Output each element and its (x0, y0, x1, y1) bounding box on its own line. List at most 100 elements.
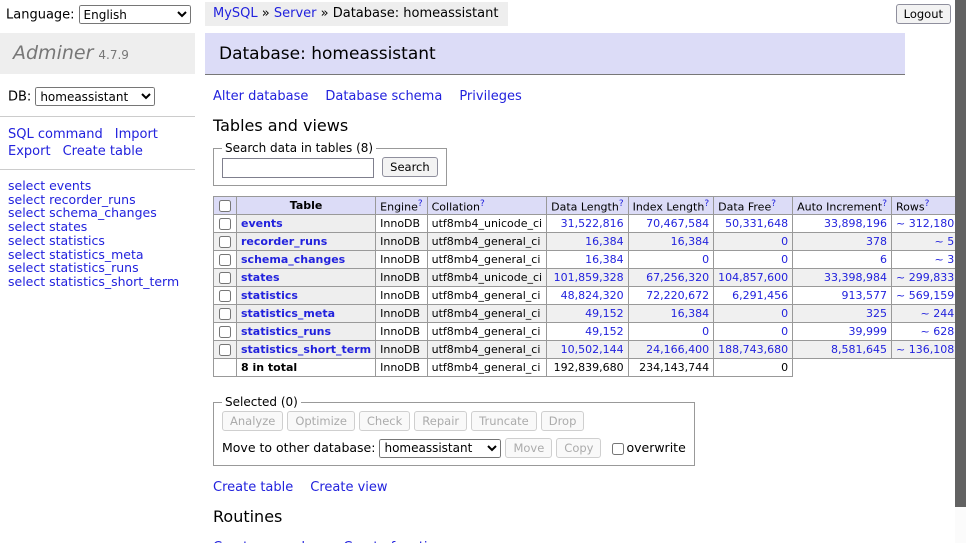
analyze-button[interactable]: Analyze (222, 411, 283, 431)
data-length-cell: 31,522,816 (547, 215, 628, 233)
sidebar-item-select-events[interactable]: select events (8, 179, 187, 193)
overwrite-checkbox[interactable] (612, 443, 624, 455)
overwrite-label[interactable]: overwrite (611, 440, 685, 455)
row-checkbox-schema-changes[interactable] (219, 254, 231, 266)
row-checkbox-cell (214, 341, 237, 359)
row-checkbox-statistics-short-term[interactable] (219, 344, 231, 356)
help-link[interactable]: ? (480, 199, 485, 209)
index-length-cell: 72,220,672 (628, 287, 714, 305)
collation-cell: utf8mb4_general_ci (427, 287, 546, 305)
db-select[interactable]: homeassistant (35, 87, 155, 106)
index-length-cell: 0 (628, 251, 714, 269)
repair-button[interactable]: Repair (414, 411, 467, 431)
app-header: Adminer4.7.9 (0, 33, 195, 74)
table-name-cell: statistics (237, 287, 376, 305)
sidebar-item-select-recorder-runs[interactable]: select recorder_runs (8, 193, 187, 207)
sidebar-item-select-schema-changes[interactable]: select schema_changes (8, 206, 187, 220)
data-length-cell: 48,824,320 (547, 287, 628, 305)
table-link-statistics[interactable]: statistics (241, 289, 298, 302)
link-privileges[interactable]: Privileges (459, 89, 522, 104)
table-link-schema-changes[interactable]: schema_changes (241, 253, 345, 266)
table-link-events[interactable]: events (241, 217, 283, 230)
move-button[interactable]: Move (505, 438, 552, 458)
sidebar-action-import[interactable]: Import (115, 127, 158, 142)
sidebar-action-create-table[interactable]: Create table (63, 144, 143, 159)
sidebar-item-select-statistics[interactable]: select statistics (8, 234, 187, 248)
move-label: Move to other database: (222, 440, 375, 455)
sidebar-item-select-statistics-runs[interactable]: select statistics_runs (8, 261, 187, 275)
logout-button[interactable]: Logout (896, 4, 951, 24)
table-name-cell: recorder_runs (237, 233, 376, 251)
sidebar-action-export[interactable]: Export (8, 144, 51, 159)
check-button[interactable]: Check (359, 411, 410, 431)
total-data-free-cell: 0 (714, 359, 793, 377)
row-checkbox-statistics-runs[interactable] (219, 326, 231, 338)
row-checkbox-recorder-runs[interactable] (219, 236, 231, 248)
table-link-statistics-short-term[interactable]: statistics_short_term (241, 343, 371, 356)
engine-cell: InnoDB (376, 323, 427, 341)
sidebar-item-select-states[interactable]: select states (8, 220, 187, 234)
optimize-button[interactable]: Optimize (287, 411, 355, 431)
row-checkbox-statistics[interactable] (219, 290, 231, 302)
breadcrumb-item-server[interactable]: Server (274, 6, 317, 21)
breadcrumb-item-database-homeassistant: Database: homeassistant (333, 6, 499, 21)
help-link[interactable]: ? (771, 199, 776, 209)
column-header-engine: Engine? (376, 196, 427, 215)
sidebar-item-select-statistics-meta[interactable]: select statistics_meta (8, 248, 187, 262)
help-sup: ? (882, 198, 887, 209)
link-alter-database[interactable]: Alter database (213, 89, 308, 104)
help-link[interactable]: ? (619, 199, 624, 209)
data-length-cell: 16,384 (547, 251, 628, 269)
language-select[interactable]: English (79, 5, 191, 24)
search-button[interactable]: Search (382, 157, 438, 177)
rows-cell: ~ 5 (892, 233, 959, 251)
column-header-label: Auto Increment (797, 200, 882, 213)
row-checkbox-events[interactable] (219, 218, 231, 230)
table-link-states[interactable]: states (241, 271, 280, 284)
engine-cell: InnoDB (376, 287, 427, 305)
link-database-schema[interactable]: Database schema (325, 89, 442, 104)
auto-increment-cell: 6 (793, 251, 892, 269)
copy-button[interactable]: Copy (556, 438, 601, 458)
column-header-label: Data Free (718, 200, 771, 213)
row-checkbox-statistics-meta[interactable] (219, 308, 231, 320)
table-link-statistics-runs[interactable]: statistics_runs (241, 325, 331, 338)
total-index-length-cell: 234,143,744 (628, 359, 714, 377)
language-label: Language: (6, 8, 75, 23)
help-link[interactable]: ? (704, 199, 709, 209)
move-db-select[interactable]: homeassistant (379, 439, 501, 458)
sidebar-action-sql-command[interactable]: SQL command (8, 127, 103, 142)
auto-increment-cell: 8,581,645 (793, 341, 892, 359)
scrollbar-thumb[interactable] (955, 0, 966, 507)
link-create-table[interactable]: Create table (213, 480, 293, 495)
data-free-cell: 0 (714, 305, 793, 323)
search-input[interactable] (222, 158, 374, 178)
row-checkbox-states[interactable] (219, 272, 231, 284)
data-free-cell: 0 (714, 233, 793, 251)
drop-button[interactable]: Drop (541, 411, 585, 431)
sidebar-divider (0, 116, 195, 117)
app-logo[interactable]: Adminer (13, 42, 93, 64)
breadcrumb: MySQL » Server » Database: homeassistant (205, 2, 508, 26)
table-header-row: TableEngine?Collation?Data Length?Index … (214, 196, 966, 215)
index-length-cell: 24,166,400 (628, 341, 714, 359)
db-form: DB:homeassistant (8, 87, 187, 106)
help-link[interactable]: ? (882, 199, 887, 209)
help-link[interactable]: ? (418, 199, 423, 209)
collation-cell: utf8mb4_general_ci (427, 323, 546, 341)
tables-heading: Tables and views (213, 116, 905, 135)
sidebar-item-select-statistics-short-term[interactable]: select statistics_short_term (8, 275, 187, 289)
column-header-label: Rows (896, 200, 925, 213)
table-link-statistics-meta[interactable]: statistics_meta (241, 307, 335, 320)
link-create-view[interactable]: Create view (310, 480, 387, 495)
truncate-button[interactable]: Truncate (471, 411, 537, 431)
table-link-recorder-runs[interactable]: recorder_runs (241, 235, 327, 248)
table-head: TableEngine?Collation?Data Length?Index … (214, 196, 966, 215)
row-checkbox-cell (214, 287, 237, 305)
help-link[interactable]: ? (925, 199, 930, 209)
select-all-checkbox[interactable] (219, 200, 231, 212)
data-free-cell: 6,291,456 (714, 287, 793, 305)
table-row: statistics_runsInnoDButf8mb4_general_ci4… (214, 323, 966, 341)
breadcrumb-item-mysql[interactable]: MySQL (213, 6, 258, 21)
column-header-label: Engine (380, 200, 418, 213)
